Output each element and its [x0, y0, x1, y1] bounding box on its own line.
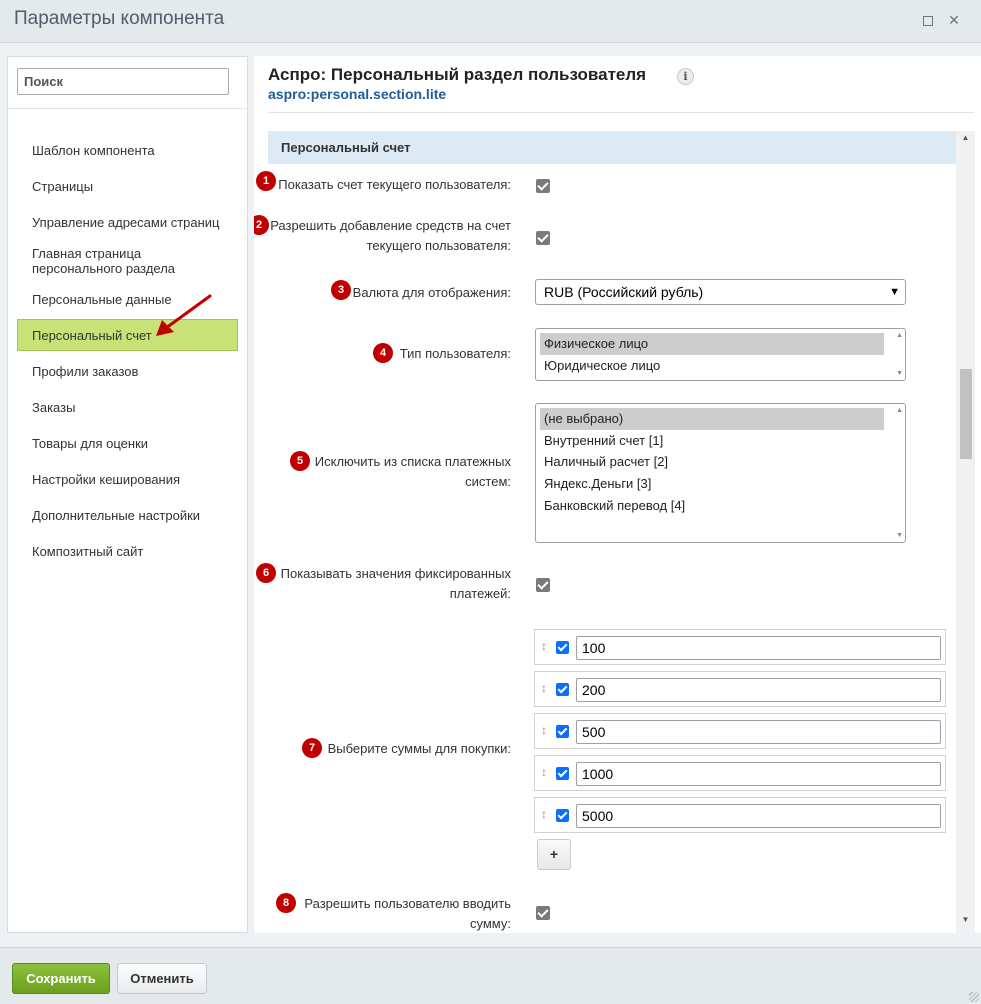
param-fixed-payments-checkbox[interactable] [536, 578, 550, 592]
user-type-listbox[interactable]: Физическое лицо Юридическое лицо ▲ ▼ [535, 328, 906, 381]
sidebar-item-url-management[interactable]: Управление адресами страниц [17, 215, 238, 230]
param-exclude-payments-line2: систем: [465, 474, 511, 489]
scrollbar[interactable]: ▲ ▼ [956, 131, 975, 933]
amount-row: ↕ [534, 713, 946, 749]
sidebar-item-products-to-rate[interactable]: Товары для оценки [17, 436, 238, 451]
param-allow-add-funds-line1: Разрешить добавление средств на счет [270, 218, 511, 233]
param-exclude-payments-label: Исключить из списка платежных систем: [294, 452, 511, 492]
maximize-icon[interactable] [919, 12, 935, 28]
amount-checkbox[interactable] [556, 641, 569, 654]
currency-select-value: RUB (Российский рубль) [544, 284, 704, 300]
window-titlebar: Параметры компонента ✕ [0, 0, 981, 43]
user-type-option[interactable]: Юридическое лицо [540, 355, 884, 377]
param-custom-amount-line1: Разрешить пользователю вводить [304, 896, 511, 911]
badge-8: 8 [276, 893, 296, 913]
cancel-button[interactable]: Отменить [117, 963, 207, 994]
amount-row: ↕ [534, 671, 946, 707]
badge-6: 6 [256, 563, 276, 583]
param-custom-amount-line2: сумму: [470, 916, 511, 931]
amount-row: ↕ [534, 755, 946, 791]
close-icon[interactable]: ✕ [946, 12, 962, 28]
param-exclude-payments-line1: Исключить из списка платежных [314, 454, 511, 469]
info-icon[interactable]: i [677, 68, 694, 85]
amount-input[interactable] [576, 678, 941, 702]
amount-input[interactable] [576, 804, 941, 828]
sidebar: Шаблон компонента Страницы Управление ад… [7, 56, 248, 933]
amount-checkbox[interactable] [556, 767, 569, 780]
add-amount-button[interactable]: + [537, 839, 571, 870]
param-allow-add-funds-checkbox[interactable] [536, 231, 550, 245]
listbox-down-icon[interactable]: ▼ [896, 532, 903, 539]
sidebar-item-orders[interactable]: Заказы [17, 400, 238, 415]
listbox-down-icon[interactable]: ▼ [896, 370, 903, 377]
amount-input[interactable] [576, 762, 941, 786]
resize-grip-icon[interactable] [967, 990, 979, 1002]
param-fixed-payments-line2: платежей: [449, 586, 511, 601]
sidebar-item-additional[interactable]: Дополнительные настройки [17, 508, 238, 523]
param-custom-amount-label: Разрешить пользователю вводить сумму: [294, 894, 511, 933]
window-title: Параметры компонента [14, 8, 225, 29]
sidebar-item-main-page[interactable]: Главная страница персонального раздела [17, 246, 217, 276]
payment-system-option[interactable]: Наличный расчет [2] [540, 451, 884, 473]
amount-input[interactable] [576, 720, 941, 744]
dialog-footer: Сохранить Отменить [0, 947, 981, 1004]
drag-handle-icon[interactable]: ↕ [541, 681, 547, 695]
divider [268, 112, 974, 113]
sidebar-search-area [8, 57, 247, 109]
sidebar-item-composite-site[interactable]: Композитный сайт [17, 544, 238, 559]
param-amounts-label: Выберите суммы для покупки: [327, 741, 511, 756]
user-type-option[interactable]: Физическое лицо [540, 333, 884, 355]
drag-handle-icon[interactable]: ↕ [541, 723, 547, 737]
param-fixed-payments-line1: Показывать значения фиксированных [280, 566, 511, 581]
search-input[interactable] [17, 68, 229, 95]
sidebar-item-pages[interactable]: Страницы [17, 179, 238, 194]
param-fixed-payments-label: Показывать значения фиксированных платеж… [274, 564, 511, 604]
listbox-up-icon[interactable]: ▲ [896, 407, 903, 414]
scroll-thumb[interactable] [960, 369, 972, 459]
drag-handle-icon[interactable]: ↕ [541, 807, 547, 821]
amount-row: ↕ [534, 797, 946, 833]
scroll-down-icon[interactable]: ▼ [956, 913, 975, 927]
param-show-account-checkbox[interactable] [536, 179, 550, 193]
annotation-arrow-icon [156, 294, 212, 336]
save-button[interactable]: Сохранить [12, 963, 110, 994]
drag-handle-icon[interactable]: ↕ [541, 639, 547, 653]
currency-select[interactable]: RUB (Российский рубль) ▼ [535, 279, 906, 305]
component-code: aspro:personal.section.lite [268, 86, 447, 102]
payment-system-option[interactable]: (не выбрано) [540, 408, 884, 430]
section-header: Персональный счет [268, 131, 957, 164]
drag-handle-icon[interactable]: ↕ [541, 765, 547, 779]
scroll-up-icon[interactable]: ▲ [956, 131, 975, 145]
param-show-account-label: Показать счет текущего пользователя: [278, 177, 511, 192]
payment-system-option[interactable]: Банковский перевод [4] [540, 495, 884, 517]
amount-input[interactable] [576, 636, 941, 660]
amount-checkbox[interactable] [556, 725, 569, 738]
sidebar-item-caching[interactable]: Настройки кеширования [17, 472, 238, 487]
listbox-up-icon[interactable]: ▲ [896, 332, 903, 339]
content-panel: Аспро: Персональный раздел пользователя … [254, 56, 981, 933]
chevron-down-icon: ▼ [889, 286, 900, 298]
sidebar-item-order-profiles[interactable]: Профили заказов [17, 364, 238, 379]
param-allow-add-funds-label: Разрешить добавление средств на счет тек… [264, 216, 511, 256]
payment-system-option[interactable]: Яндекс.Деньги [3] [540, 473, 884, 495]
sidebar-item-template[interactable]: Шаблон компонента [17, 143, 238, 158]
param-currency-label: Валюта для отображения: [352, 285, 511, 300]
param-user-type-label: Тип пользователя: [399, 346, 511, 361]
component-title: Аспро: Персональный раздел пользователя [268, 65, 647, 84]
amount-checkbox[interactable] [556, 683, 569, 696]
payment-systems-listbox[interactable]: (не выбрано) Внутренний счет [1] Наличны… [535, 403, 906, 543]
badge-1: 1 [256, 171, 276, 191]
payment-system-option[interactable]: Внутренний счет [1] [540, 430, 884, 452]
param-custom-amount-checkbox[interactable] [536, 906, 550, 920]
param-allow-add-funds-line2: текущего пользователя: [366, 238, 511, 253]
amount-checkbox[interactable] [556, 809, 569, 822]
amount-row: ↕ [534, 629, 946, 665]
